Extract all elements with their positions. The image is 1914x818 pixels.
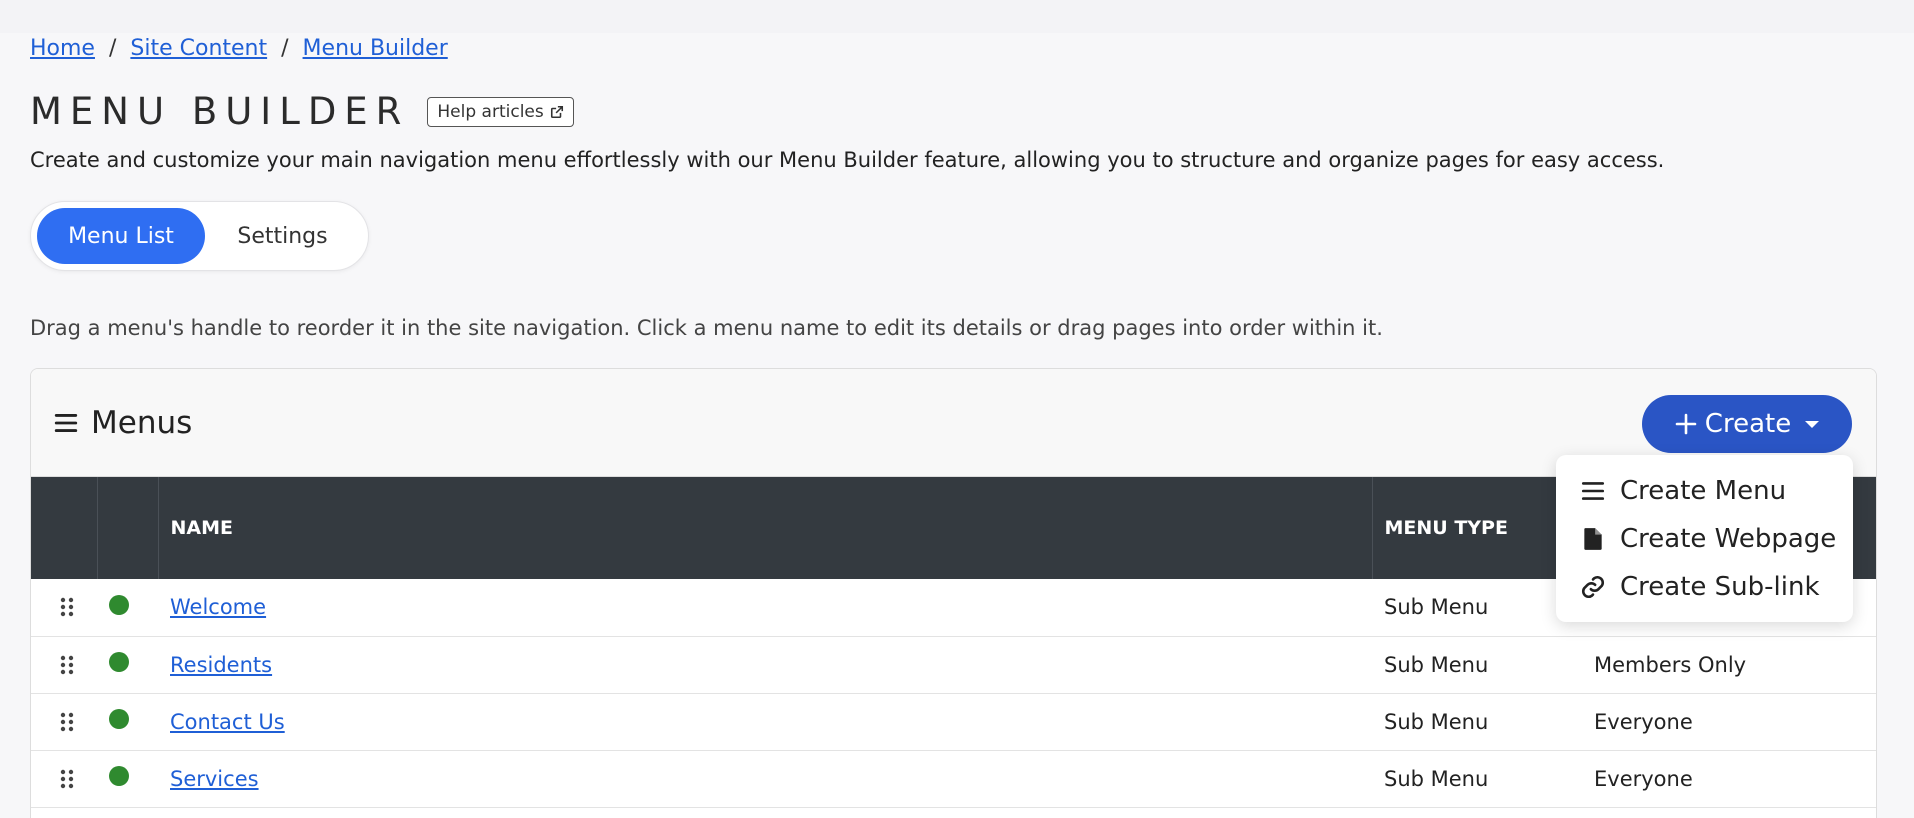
breadcrumb-menu-builder-link[interactable]: Menu Builder (303, 36, 448, 61)
visibility-cell: Everyone (1582, 693, 1876, 751)
drag-handle-icon (60, 598, 74, 617)
menu-name-link[interactable]: Welcome (170, 595, 266, 619)
view-toggle: Menu List Settings (30, 201, 369, 271)
help-articles-button[interactable]: Help articles (427, 96, 574, 127)
menu-type-cell: Sub Menu (1372, 579, 1582, 637)
visibility-cell: Everyone (1582, 750, 1876, 808)
drag-handle[interactable] (31, 693, 97, 751)
create-webpage-label: Create Webpage (1620, 524, 1837, 554)
page-title: MENU BUILDER (30, 90, 410, 133)
caret-down-icon (1805, 420, 1820, 428)
table-row: Contact Us Sub Menu Everyone (31, 693, 1876, 751)
name-column-header: NAME (158, 477, 1373, 579)
status-column-header (97, 477, 159, 579)
status-cell (97, 750, 158, 808)
card-title-label: Menus (91, 405, 193, 441)
menu-type-cell: Sub Menu (1372, 693, 1582, 751)
drag-handle[interactable] (31, 750, 97, 808)
plus-icon (1675, 413, 1697, 435)
table-row: Residents Sub Menu Members Only (31, 636, 1876, 694)
page-description: Create and customize your main navigatio… (30, 148, 1665, 172)
title-row: MENU BUILDER Help articles (30, 90, 574, 133)
create-sub-link-item[interactable]: Create Sub-link (1556, 563, 1853, 611)
drag-handle[interactable] (31, 579, 97, 637)
drag-handle-icon (60, 712, 74, 731)
tab-settings[interactable]: Settings (205, 208, 360, 264)
breadcrumb-separator: / (108, 36, 117, 61)
help-articles-label: Help articles (437, 101, 544, 122)
visibility-cell: Members Only (1582, 636, 1876, 694)
menu-type-column-header: MENU TYPE (1372, 477, 1583, 579)
top-bar (0, 0, 1914, 33)
create-dropdown-menu: Create Menu Create Webpage Create Sub-li… (1556, 455, 1853, 622)
external-link-icon (550, 105, 563, 118)
name-cell: Welcome (158, 579, 1372, 637)
menu-name-link[interactable]: Residents (170, 653, 272, 677)
create-sub-link-label: Create Sub-link (1620, 572, 1820, 602)
list-icon (1581, 482, 1605, 500)
create-menu-item[interactable]: Create Menu (1556, 467, 1853, 515)
menu-name-link[interactable]: Contact Us (170, 710, 285, 734)
drag-handle[interactable] (31, 636, 97, 694)
list-icon (54, 414, 78, 432)
link-icon (1581, 575, 1605, 599)
drag-handle-icon (60, 655, 74, 674)
create-button-label: Create (1704, 409, 1792, 439)
breadcrumb: Home / Site Content / Menu Builder (30, 36, 448, 61)
tab-menu-list[interactable]: Menu List (37, 208, 205, 264)
instructions-text: Drag a menu's handle to reorder it in th… (30, 316, 1383, 340)
name-cell: Services (158, 750, 1372, 808)
status-cell (97, 693, 158, 751)
breadcrumb-site-content-link[interactable]: Site Content (130, 36, 267, 61)
status-dot-icon (109, 709, 129, 729)
card-title: Menus (53, 405, 192, 441)
menu-type-cell: Sub Menu (1372, 636, 1582, 694)
status-dot-icon (109, 766, 129, 786)
status-cell (97, 636, 158, 694)
create-menu-label: Create Menu (1620, 476, 1787, 506)
breadcrumb-home-link[interactable]: Home (30, 36, 95, 61)
drag-handle-icon (60, 769, 74, 788)
name-cell: Residents (158, 636, 1372, 694)
handle-column-header (31, 477, 98, 579)
create-webpage-item[interactable]: Create Webpage (1556, 515, 1853, 563)
status-dot-icon (109, 652, 129, 672)
menu-type-cell: Sub Menu (1372, 750, 1582, 808)
create-button[interactable]: Create (1642, 395, 1852, 453)
menu-name-link[interactable]: Services (170, 767, 259, 791)
breadcrumb-separator: / (281, 36, 289, 61)
table-row: Services Sub Menu Everyone (31, 750, 1876, 808)
name-cell: Contact Us (158, 693, 1372, 751)
file-icon (1584, 528, 1602, 550)
status-dot-icon (109, 594, 129, 615)
status-cell (97, 579, 158, 637)
